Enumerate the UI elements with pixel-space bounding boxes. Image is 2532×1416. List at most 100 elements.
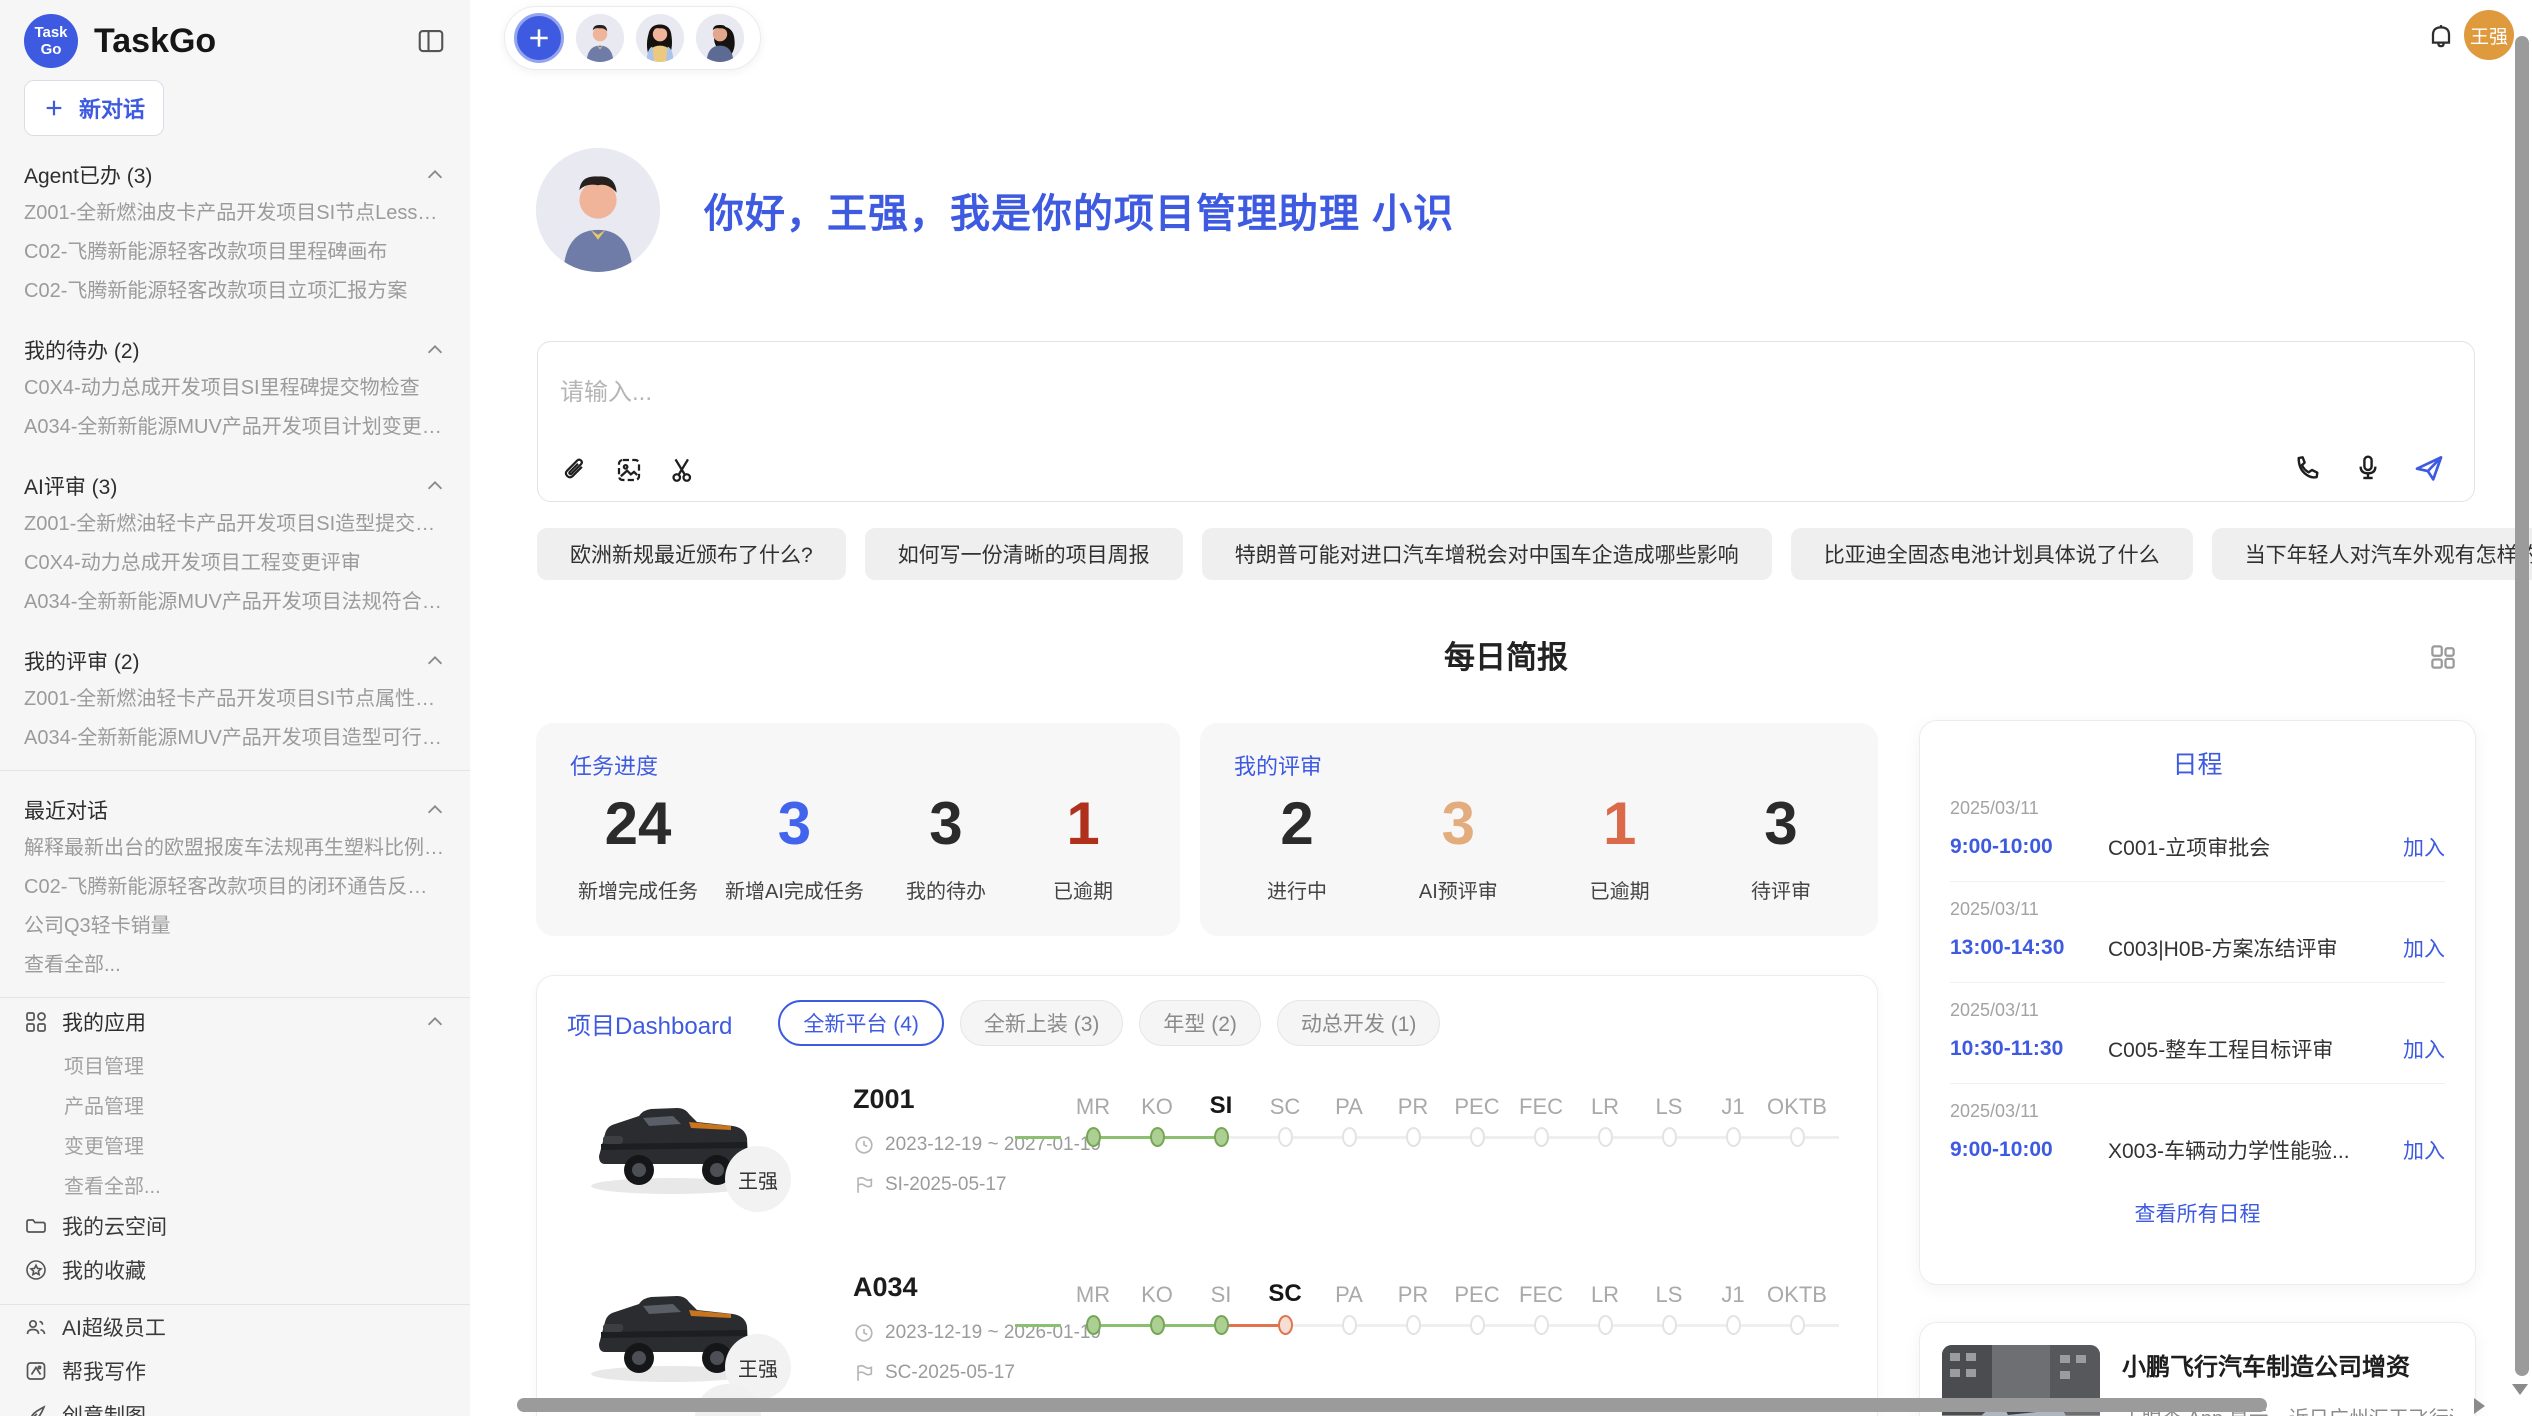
attachment-icon[interactable] (560, 455, 590, 485)
view-all-schedule-link[interactable]: 查看所有日程 (1950, 1198, 2445, 1228)
tool-label: 创意制图 (62, 1400, 146, 1416)
app-item[interactable]: 产品管理 (24, 1084, 446, 1124)
briefing-layout-icon[interactable] (2428, 642, 2458, 672)
sidebar-section-header[interactable]: Agent已办 (3) (24, 156, 446, 194)
sidebar-item-favorites[interactable]: 我的收藏 (24, 1248, 446, 1292)
sidebar-item[interactable]: A034-全新新能源MUV产品开发项目法规符合性评审 (24, 583, 446, 622)
view-all-link[interactable]: 查看全部... (24, 1164, 446, 1204)
milestone-label: PA (1335, 1084, 1363, 1120)
suggestion-chip[interactable]: 特朗普可能对进口汽车增税会对中国车企造成哪些影响 (1202, 528, 1772, 580)
milestone-stop[interactable]: OKTB (1765, 1084, 1829, 1147)
sidebar-section-header[interactable]: AI评审 (3) (24, 467, 446, 505)
stat-label: 我的待办 (906, 875, 986, 904)
timeline-segment (1285, 1324, 1349, 1327)
chat-input[interactable]: 请输入... (537, 341, 2475, 502)
session-avatar[interactable] (696, 14, 744, 62)
view-all-link[interactable]: 查看全部... (24, 946, 446, 985)
microphone-icon[interactable] (2352, 452, 2384, 484)
sidebar-section-header[interactable]: 我的评审 (2) (24, 642, 446, 680)
stat-value: 3 (1764, 783, 1797, 865)
suggestion-chip[interactable]: 欧洲新规最近颁布了什么? (537, 528, 846, 580)
chevron-up-icon (424, 1011, 446, 1033)
timeline-segment (1733, 1136, 1797, 1139)
sidebar-header: Task Go TaskGo (24, 10, 446, 72)
my-apps-items: 项目管理产品管理变更管理查看全部... (24, 1044, 446, 1204)
phone-call-icon[interactable] (2292, 452, 2324, 484)
recent-chat-item[interactable]: 解释最新出台的欧盟报废车法规再生塑料比例被调至15%... (24, 829, 446, 868)
sidebar-item[interactable]: C02-飞腾新能源轻客改款项目里程碑画布 (24, 233, 446, 272)
sidebar-tool-users[interactable]: AI超级员工 (24, 1305, 446, 1349)
news-title: 小鹏飞行汽车制造公司增资 (2122, 1347, 2453, 1382)
sidebar-item[interactable]: C0X4-动力总成开发项目SI里程碑提交物检查 (24, 369, 446, 408)
taskgo-logo: Task Go (24, 14, 78, 68)
add-session-button[interactable] (514, 13, 564, 63)
app-item-label: 变更管理 (64, 1130, 144, 1159)
stat-value: 1 (1066, 783, 1099, 865)
image-upload-icon[interactable] (614, 455, 644, 485)
notification-bell-icon[interactable] (2425, 20, 2457, 52)
milestone-dot (1278, 1127, 1293, 1147)
milestone-label: SI (1210, 1084, 1233, 1120)
milestone-label: SC (1268, 1272, 1301, 1308)
milestone-dot (1150, 1315, 1165, 1335)
sidebar-item[interactable]: A034-全新新能源MUV产品开发项目计划变更表编写 (24, 408, 446, 447)
logo-line2: Go (41, 41, 62, 58)
sidebar-item-cloud-space[interactable]: 我的云空间 (24, 1204, 446, 1248)
horizontal-scrollbar[interactable] (517, 1398, 2267, 1412)
milestone-dot (1470, 1127, 1485, 1147)
timeline-segment (1541, 1136, 1605, 1139)
sidebar-tool-pen[interactable]: 创意制图 (24, 1393, 446, 1416)
schedule-date: 2025/03/11 (1950, 1101, 2445, 1122)
new-chat-button[interactable]: 新对话 (24, 80, 164, 136)
greeting-text: 你好，王强，我是你的项目管理助理 小识 (704, 181, 1454, 239)
scroll-right-arrow[interactable] (2474, 1398, 2485, 1414)
dashboard-tab[interactable]: 全新上装 (3) (960, 1000, 1124, 1046)
app-item[interactable]: 变更管理 (24, 1124, 446, 1164)
recent-chat-item[interactable]: 公司Q3轻卡销量 (24, 907, 446, 946)
section-title: 我的评审 (2) (24, 646, 140, 676)
recent-chats-header[interactable]: 最近对话 (24, 791, 446, 829)
daily-briefing-title: 每日简报 (537, 632, 2475, 677)
join-meeting-link[interactable]: 加入 (2403, 1034, 2445, 1064)
app-root: Task Go TaskGo 新对话 Agent已办 (3)Z001-全新燃油皮… (0, 0, 2532, 1416)
project-row: 王强Z0012023-12-19 ~ 2027-01-19SI-2025-05-… (567, 1084, 1847, 1234)
sidebar-item-my-apps[interactable]: 我的应用 (24, 1000, 446, 1044)
project-code: A034 (853, 1272, 918, 1303)
suggestion-chip[interactable]: 如何写一份清晰的项目周报 (865, 528, 1183, 580)
dashboard-tab[interactable]: 年型 (2) (1139, 1000, 1261, 1046)
sidebar-item[interactable]: Z001-全新燃油皮卡产品开发项目SI节点Lesson Learn报告 (24, 194, 446, 233)
timeline-segment (1477, 1136, 1541, 1139)
session-avatar[interactable] (576, 14, 624, 62)
project-code: Z001 (853, 1084, 915, 1115)
app-item[interactable]: 项目管理 (24, 1044, 446, 1084)
sidebar-item[interactable]: A034-全新新能源MUV产品开发项目造型可行性评审 (24, 719, 446, 758)
greeting-block: 你好，王强，我是你的项目管理助理 小识 (536, 148, 1454, 272)
milestone-stop[interactable]: OKTB (1765, 1272, 1829, 1335)
send-icon[interactable] (2412, 451, 2446, 485)
scroll-down-arrow[interactable] (2512, 1384, 2528, 1395)
chevron-up-icon (424, 799, 446, 821)
milestone-dot (1534, 1315, 1549, 1335)
session-avatar[interactable] (636, 14, 684, 62)
chat-input-placeholder: 请输入... (560, 372, 652, 407)
dashboard-tab[interactable]: 全新平台 (4) (778, 1000, 944, 1046)
sidebar-item[interactable]: Z001-全新燃油轻卡产品开发项目SI节点属性5D文件评审 (24, 680, 446, 719)
schedule-date: 2025/03/11 (1950, 899, 2445, 920)
join-meeting-link[interactable]: 加入 (2403, 1135, 2445, 1165)
suggestion-chip[interactable]: 当下年轻人对汽车外观有怎样的喜好趋势 (2212, 528, 2532, 580)
scissors-icon[interactable] (668, 455, 698, 485)
sidebar-item[interactable]: C02-飞腾新能源轻客改款项目立项汇报方案 (24, 272, 446, 311)
sidebar-section-header[interactable]: 我的待办 (2) (24, 331, 446, 369)
sidebar-item[interactable]: C0X4-动力总成开发项目工程变更评审 (24, 544, 446, 583)
user-avatar[interactable]: 王强 (2464, 10, 2514, 60)
recent-chat-item[interactable]: C02-飞腾新能源轻客改款项目的闭环通告反馈情况 (24, 868, 446, 907)
dashboard-tab[interactable]: 动总开发 (1) (1277, 1000, 1441, 1046)
join-meeting-link[interactable]: 加入 (2403, 933, 2445, 963)
sidebar-collapse-icon[interactable] (416, 26, 446, 56)
suggestion-chip[interactable]: 比亚迪全固态电池计划具体说了什么 (1791, 528, 2193, 580)
vertical-scrollbar[interactable] (2515, 36, 2529, 1376)
sidebar-item[interactable]: Z001-全新燃油轻卡产品开发项目SI造型提交物评审 (24, 505, 446, 544)
schedule-time: 9:00-10:00 (1950, 835, 2108, 859)
join-meeting-link[interactable]: 加入 (2403, 832, 2445, 862)
sidebar-tool-write[interactable]: 帮我写作 (24, 1349, 446, 1393)
